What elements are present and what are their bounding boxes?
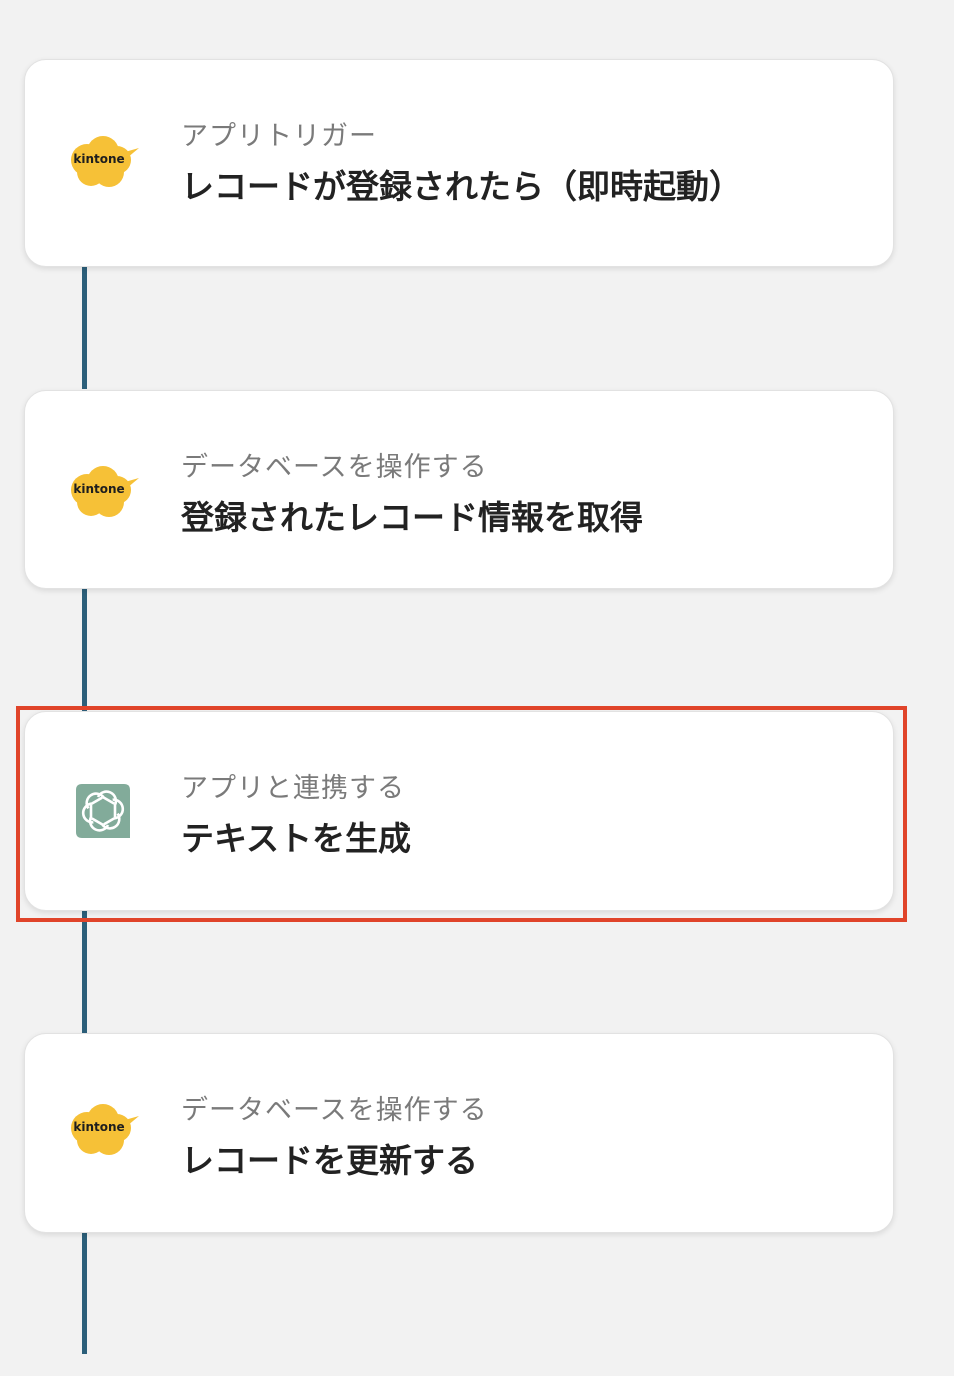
step-type-label: データベースを操作する [181, 452, 488, 483]
flow-step-card[interactable]: kintone アプリトリガー レコードが登録されたら（即時起動） [24, 59, 894, 267]
kintone-icon: kintone [67, 132, 143, 196]
step-type-label: アプリと連携する [181, 773, 405, 804]
flow-connector [82, 588, 87, 712]
flow-step-card[interactable]: アプリと連携する テキストを生成 [24, 711, 894, 911]
kintone-icon: kintone [67, 1100, 143, 1164]
step-title: 登録されたレコード情報を取得 [181, 498, 643, 537]
flow-step-card[interactable]: kintone データベースを操作する レコードを更新する [24, 1033, 894, 1233]
step-title: テキストを生成 [181, 819, 412, 858]
flow-step-card[interactable]: kintone データベースを操作する 登録されたレコード情報を取得 [24, 390, 894, 589]
step-type-label: データベースを操作する [181, 1095, 488, 1126]
flow-connector [82, 1232, 87, 1354]
svg-text:kintone: kintone [73, 152, 124, 166]
flow-connector [82, 910, 87, 1034]
kintone-icon: kintone [67, 462, 143, 526]
step-type-label: アプリトリガー [181, 121, 377, 152]
step-title: レコードを更新する [181, 1141, 478, 1180]
flow-connector [82, 266, 87, 389]
openai-icon [74, 782, 132, 840]
step-title: レコードが登録されたら（即時起動） [181, 167, 742, 206]
svg-text:kintone: kintone [73, 482, 124, 496]
svg-text:kintone: kintone [73, 1120, 124, 1134]
